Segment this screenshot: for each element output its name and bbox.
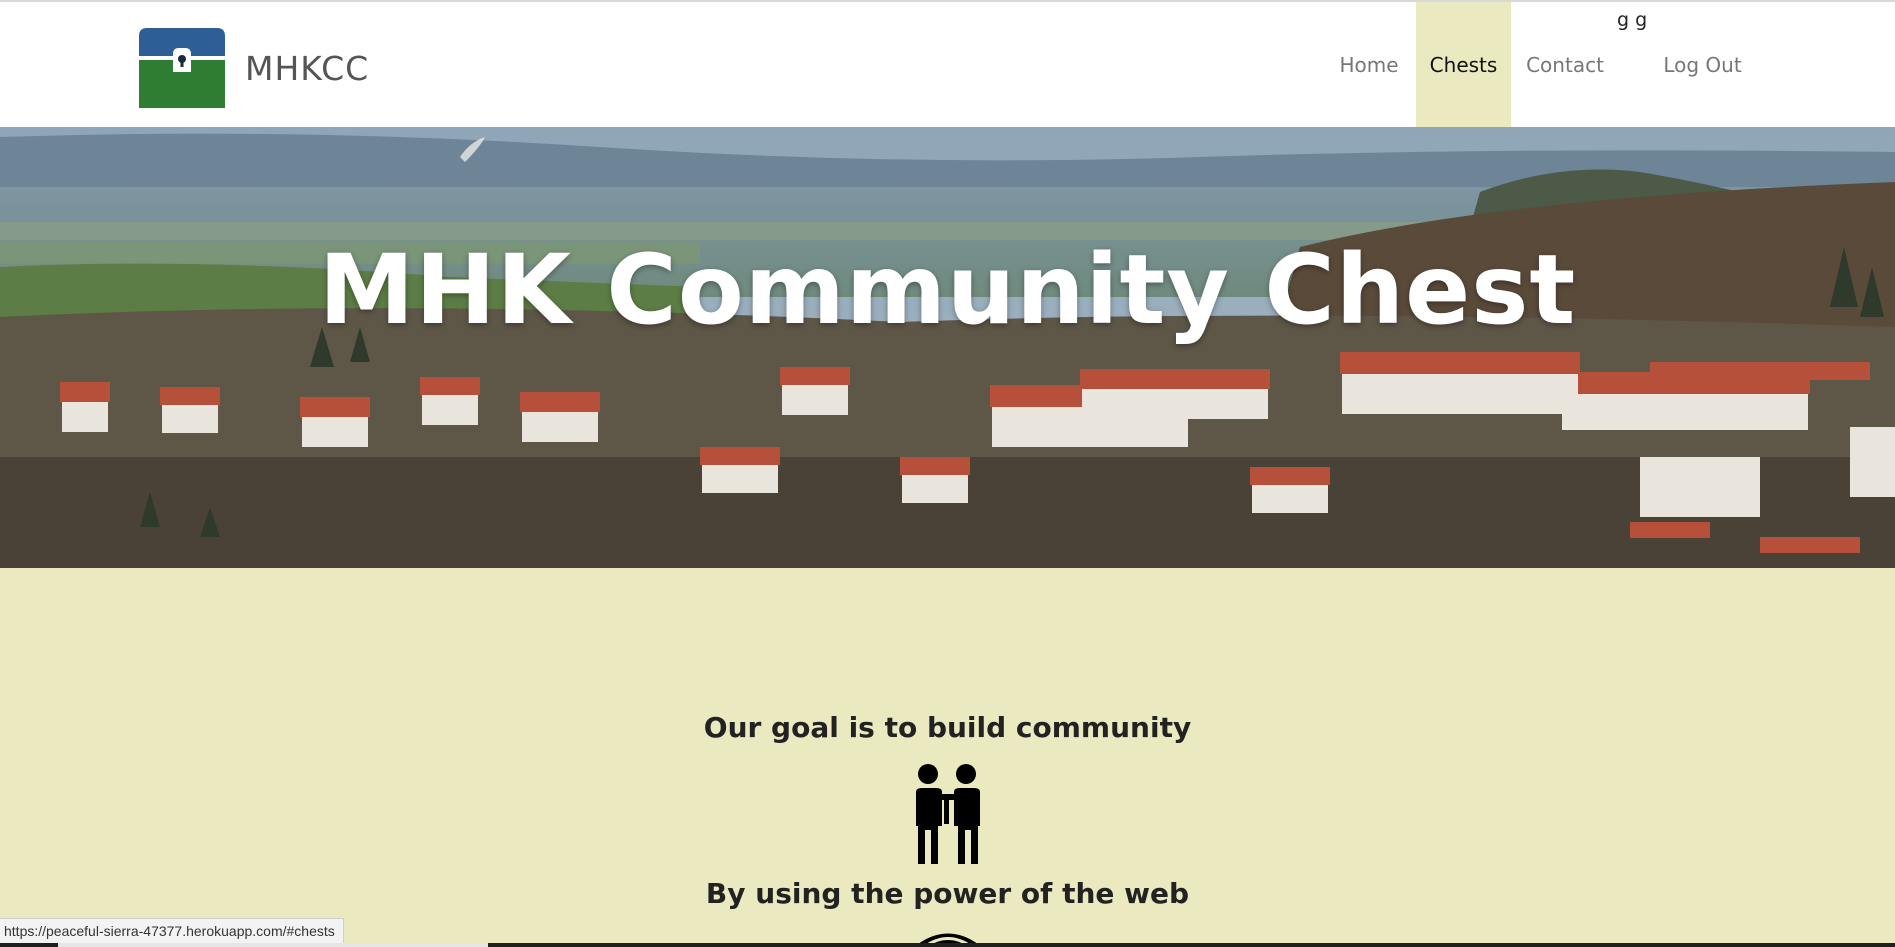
bottom-scrollbar[interactable] [0,943,1895,947]
main-content: Our goal is to build community By using … [0,568,1895,947]
treasure-chest-icon [139,28,225,108]
username-label: g g [1617,9,1648,31]
nav-home-link[interactable]: Home [1328,2,1410,127]
brand[interactable]: MHKCC [139,28,369,108]
navbar: MHKCC g g Home Chests Contact Log Out [0,2,1895,128]
nav-logout-link[interactable]: Log Out [1655,2,1750,127]
status-bar-url: https://peaceful-sierra-47377.herokuapp.… [0,918,344,944]
scrollbar-thumb[interactable] [58,943,488,947]
hero-title: MHK Community Chest [318,234,1577,346]
power-heading: By using the power of the web [705,877,1190,910]
hero-banner: MHK Community Chest [0,127,1895,568]
brand-name: MHKCC [245,48,370,88]
goal-heading: Our goal is to build community [703,711,1192,744]
nav-contact-link[interactable]: Contact [1515,2,1615,127]
nav-chests-link[interactable]: Chests [1416,2,1511,127]
people-icon [916,764,980,864]
town-landscape-photo [0,127,1895,568]
